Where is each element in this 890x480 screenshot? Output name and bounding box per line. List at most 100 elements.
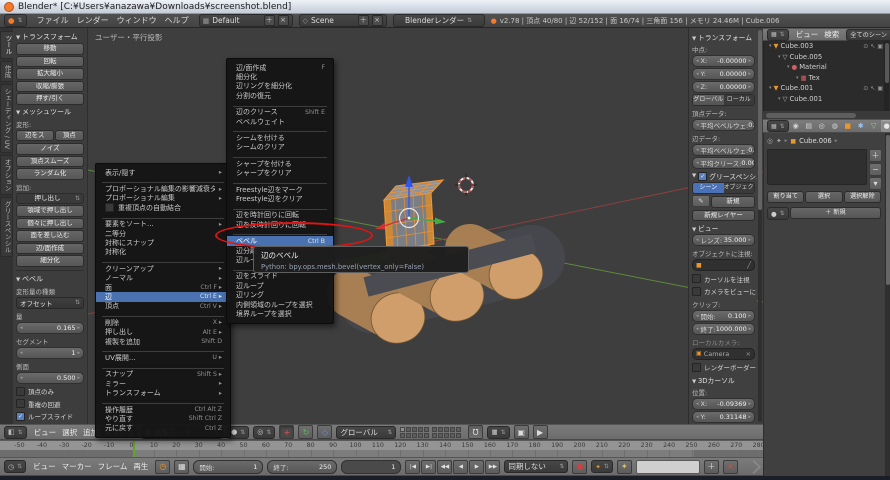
selectable-icon[interactable]: ↖ <box>870 85 875 92</box>
expander-icon[interactable]: ▾ <box>796 75 799 81</box>
tool-button[interactable]: 辺/面作成 <box>16 243 84 255</box>
tool-button[interactable]: 頂点スムーズ <box>16 156 84 168</box>
material-tab[interactable]: ● <box>881 120 890 132</box>
window-titlebar[interactable]: Blender* [C:¥Users¥anazawa¥Downloads¥scr… <box>0 0 890 14</box>
tool-button[interactable]: 移動 <box>16 43 84 55</box>
outliner-hscrollbar[interactable] <box>763 111 890 119</box>
menu-item[interactable]: ミラー▸ <box>96 379 230 388</box>
tool-button[interactable]: 押す/引く <box>16 93 84 105</box>
outliner-row[interactable]: ▾▽Cube.005 <box>764 52 890 63</box>
menu-item[interactable]: フレーム <box>95 461 131 472</box>
pencil-dropdown[interactable]: ✎ <box>692 195 710 207</box>
render-opengl-anim-button[interactable]: ▶ <box>533 425 548 439</box>
menu-item[interactable]: 元に戻すCtrl Z <box>96 424 230 433</box>
menu-item[interactable]: プロポーショナル編集の影響減衰タイプ▸ <box>96 184 230 193</box>
menu-item[interactable]: 辺リング <box>227 290 333 299</box>
object-toggle[interactable]: オブジェクト <box>724 183 755 193</box>
layer-toggle[interactable] <box>424 427 429 432</box>
panel-header-bevel[interactable]: ベベル <box>16 274 84 284</box>
add-scene-button[interactable]: ＋ <box>358 15 369 26</box>
menu-item[interactable]: やり直すShift Ctrl Z <box>96 414 230 423</box>
number-field[interactable]: 平均ベベルウェ:0.00 <box>692 144 755 156</box>
scrollbar-thumb[interactable] <box>885 43 889 83</box>
panel-header-view[interactable]: ビュー <box>692 223 755 233</box>
screen-layout-selector[interactable]: ▦ Default ＋ × <box>199 14 293 27</box>
menu-item[interactable]: ノーマル▸ <box>96 274 230 283</box>
menu-item[interactable]: 面Ctrl F ▸ <box>96 283 230 292</box>
layer-toggle[interactable] <box>456 433 461 438</box>
manipulator-translate-button[interactable]: + <box>279 425 294 439</box>
layer-toggle[interactable] <box>418 433 423 438</box>
tool-button[interactable]: 細分化 <box>16 255 84 267</box>
lock-camera-checkbox[interactable]: カメラをビューにロ.. <box>692 286 755 296</box>
playback-button-5[interactable]: ▶▶ <box>485 460 500 474</box>
menu-item[interactable]: ビュー <box>30 461 59 472</box>
manipulator-rotate-button[interactable]: ↻ <box>298 425 313 439</box>
menu-item[interactable]: 操作履歴Ctrl Alt Z <box>96 405 230 414</box>
scene-toggle[interactable]: シーン <box>693 183 724 193</box>
toolshelf-tab[interactable]: ツール <box>0 31 13 59</box>
browse-material-dropdown[interactable]: ● ⇅ <box>767 207 789 220</box>
scrollbar-thumb[interactable] <box>886 135 890 285</box>
pin-icon[interactable]: ◎ <box>767 137 773 145</box>
local-toggle[interactable]: ローカル <box>724 95 755 105</box>
lock-object-field[interactable]: ■ ╱ <box>692 259 755 271</box>
menu-item[interactable]: シームを付ける <box>227 133 333 142</box>
outliner-row[interactable]: ▾▼Cube.001⊙↖▣ <box>764 83 890 94</box>
layer-toggle[interactable] <box>438 433 443 438</box>
expander-icon[interactable]: ▾ <box>778 54 781 60</box>
extrude-dropdown[interactable]: 押し出し ⇅ <box>16 193 84 205</box>
menu-item[interactable]: 押し出しAlt E ▸ <box>96 327 230 336</box>
selectable-icon[interactable]: ↖ <box>870 43 875 50</box>
add-layout-button[interactable]: ＋ <box>264 15 275 26</box>
editor-type-selector[interactable]: ● ⇅ <box>4 14 27 27</box>
outliner-row[interactable]: ▾▼Cube.003⊙↖▣ <box>764 41 890 52</box>
auto-keyframe-record-button[interactable]: ● <box>572 460 587 474</box>
eye-icon[interactable]: ⊙ <box>863 85 868 92</box>
layer-toggle[interactable] <box>412 427 417 432</box>
number-field[interactable]: レンズ:35.000 <box>692 234 755 246</box>
expander-icon[interactable]: ▾ <box>787 64 790 70</box>
menu-item[interactable]: 削除X ▸ <box>96 318 230 327</box>
menu-item[interactable]: ベベルウェイト <box>227 117 333 126</box>
layer-toggle[interactable] <box>450 427 455 432</box>
layer-toggle[interactable] <box>400 433 405 438</box>
orientation-selector[interactable]: グローバル ⇅ <box>336 426 396 439</box>
material-slot-list[interactable] <box>767 149 867 185</box>
close-layout-button[interactable]: × <box>278 15 289 26</box>
outliner-vscrollbar[interactable] <box>884 41 889 111</box>
outliner-row[interactable]: ▾●Material <box>764 62 890 73</box>
menu-item[interactable]: 重複頂点の自動結合 <box>96 203 230 212</box>
menu-item[interactable]: 辺/面作成F <box>227 63 333 72</box>
tool-button[interactable]: 拡大縮小 <box>16 68 84 80</box>
menu-item[interactable]: Freestyle辺をマーク <box>227 185 333 194</box>
number-field[interactable]: Y:0.31148 <box>692 411 755 423</box>
menu-item[interactable]: ビュー <box>793 29 822 40</box>
playback-button-2[interactable]: ◀◀ <box>437 460 452 474</box>
width-type-dropdown[interactable]: オフセット ⇅ <box>16 297 84 309</box>
slot-specials-button[interactable]: ▾ <box>869 177 882 190</box>
eyedropper-icon[interactable]: ╱ <box>747 261 751 269</box>
keying-set-dropdown[interactable]: ✦ ⇅ <box>591 460 612 473</box>
current-frame-field[interactable]: 1 <box>341 460 401 474</box>
checkbox-row[interactable]: 頂点のみ <box>16 386 84 396</box>
menu-item[interactable]: 再生 <box>130 461 151 472</box>
modifiers-tab[interactable]: ✱ <box>855 120 867 132</box>
menu-item[interactable]: UV展開...U ▸ <box>96 353 230 362</box>
sync-mode-selector[interactable]: 同期しない ⇅ <box>504 460 568 473</box>
menu-item[interactable]: トランスフォーム▸ <box>96 388 230 397</box>
new-layer-button[interactable]: 新規レイヤー <box>692 210 755 222</box>
frame-history-button[interactable]: ▦ <box>174 460 189 474</box>
menu-item[interactable]: Freestyle辺をクリア <box>227 194 333 203</box>
render-engine-selector[interactable]: Blenderレンダー ⇅ <box>393 14 485 27</box>
menu-item[interactable]: 辺を時計回りに回転 <box>227 211 333 220</box>
menu-item[interactable]: 表示/隠す▸ <box>96 168 230 177</box>
panel-header-gpencil[interactable]: グリースペンシルレイ <box>692 171 755 181</box>
action-button[interactable]: 選択 <box>805 191 842 203</box>
menu-item[interactable]: 境界ループを選択 <box>227 309 333 318</box>
menu-item[interactable]: シャープをクリア <box>227 169 333 178</box>
layer-toggle[interactable] <box>456 427 461 432</box>
panel-header-transform[interactable]: トランスフォーム <box>16 32 84 42</box>
layer-toggle[interactable] <box>400 427 405 432</box>
renderable-icon[interactable]: ▣ <box>877 85 883 92</box>
